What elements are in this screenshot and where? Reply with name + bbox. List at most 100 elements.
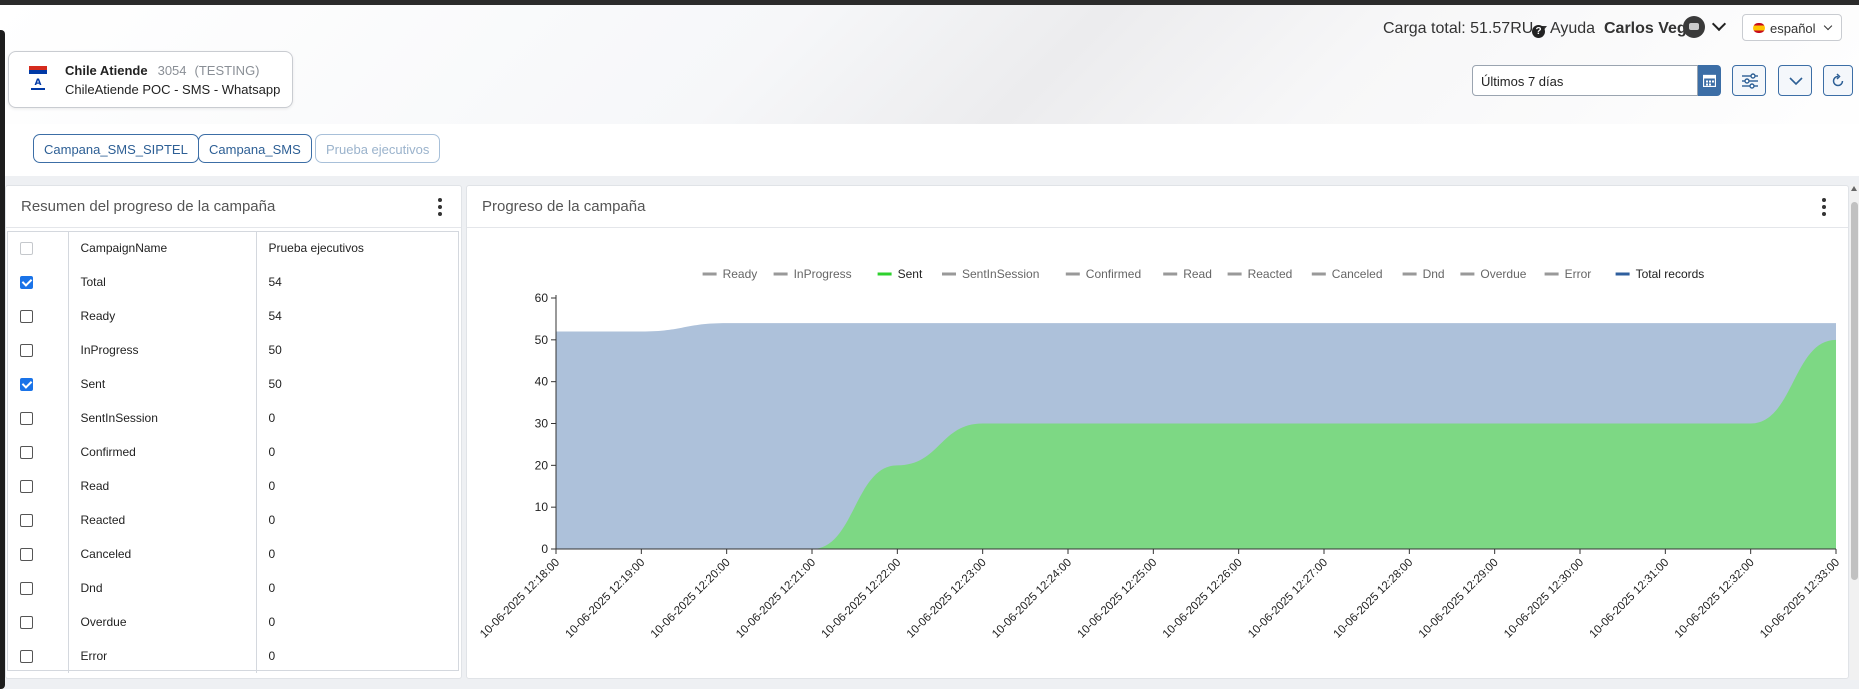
help-label: Ayuda: [1550, 20, 1596, 37]
legend-item[interactable]: Sent: [898, 267, 923, 281]
carga-total-label: Carga total: 51.57RU: [1383, 20, 1534, 37]
row-checkbox[interactable]: [20, 650, 33, 664]
select-all-checkbox[interactable]: [20, 242, 33, 256]
row-checkbox[interactable]: [20, 548, 33, 562]
row-label: Ready: [68, 299, 257, 333]
legend-item[interactable]: InProgress: [794, 267, 852, 281]
row-label: Canceled: [68, 537, 257, 571]
carga-total-dropdown[interactable]: Carga total: 51.57RU: [1383, 20, 1548, 38]
row-checkbox[interactable]: [20, 412, 33, 426]
legend-item[interactable]: Read: [1183, 267, 1212, 281]
legend-item[interactable]: Overdue: [1480, 267, 1526, 281]
refresh-icon: [1832, 73, 1844, 87]
table-row: Total 54: [7, 265, 459, 299]
svg-text:A: A: [35, 78, 42, 88]
x-tick-label: 10-06-2025 12:22:00: [819, 557, 903, 641]
legend-item[interactable]: Ready: [723, 267, 758, 281]
row-value: 54: [268, 309, 282, 323]
row-label: Dnd: [68, 571, 257, 605]
column-header-campaign-name: CampaignName: [68, 231, 257, 265]
help-icon: ?: [1532, 25, 1545, 38]
campaign-tab-siptel[interactable]: Campana_SMS_SIPTEL: [33, 134, 199, 163]
row-label: InProgress: [68, 333, 257, 367]
table-row: Confirmed 0: [7, 435, 459, 469]
filters-button[interactable]: [1732, 65, 1766, 96]
account-env: (TESTING): [194, 63, 260, 78]
row-checkbox[interactable]: [20, 446, 33, 460]
row-checkbox-cell: [7, 367, 69, 401]
row-checkbox-cell: [7, 503, 69, 537]
table-row: Error 0: [7, 639, 459, 673]
x-tick-label: 10-06-2025 12:24:00: [990, 557, 1074, 641]
row-value: 0: [268, 581, 276, 595]
row-label: Sent: [68, 367, 257, 401]
language-select[interactable]: español: [1742, 14, 1842, 41]
user-avatar-camera-icon[interactable]: [1683, 16, 1705, 38]
chart-panel-title: Progreso de la campaña: [482, 198, 646, 215]
panel-divider: [6, 227, 461, 228]
x-tick-label: 10-06-2025 12:27:00: [1246, 557, 1330, 641]
summary-menu-kebab-icon[interactable]: [438, 198, 442, 216]
table-row: Sent 50: [7, 367, 459, 401]
legend-item[interactable]: Error: [1565, 267, 1592, 281]
row-checkbox-cell: [7, 401, 69, 435]
help-link[interactable]: ? Ayuda: [1532, 20, 1595, 38]
table-row: Reacted 0: [7, 503, 459, 537]
chart-menu-kebab-icon[interactable]: [1822, 198, 1826, 216]
date-range-value: Últimos 7 días: [1481, 74, 1564, 89]
row-checkbox[interactable]: [20, 378, 33, 392]
y-tick-label: 50: [535, 333, 549, 347]
row-checkbox-cell: [7, 265, 69, 299]
y-tick-label: 30: [535, 417, 549, 431]
column-header-campaign-value: Prueba ejecutivos: [268, 241, 364, 255]
row-checkbox-cell: [7, 469, 69, 503]
language-label: español: [1770, 21, 1816, 36]
table-row: InProgress 50: [7, 333, 459, 367]
row-value: 50: [268, 343, 282, 357]
legend-item[interactable]: Total records: [1636, 267, 1705, 281]
legend-item[interactable]: Reacted: [1248, 267, 1293, 281]
x-tick-label: 10-06-2025 12:19:00: [563, 557, 647, 641]
row-checkbox[interactable]: [20, 582, 33, 596]
y-tick-label: 10: [535, 500, 549, 514]
legend-item[interactable]: Confirmed: [1086, 267, 1141, 281]
row-checkbox[interactable]: [20, 616, 33, 630]
legend-item[interactable]: Dnd: [1423, 267, 1445, 281]
spain-flag-icon: [1753, 23, 1765, 33]
row-value: 0: [268, 513, 276, 527]
campaign-tabs-bar: Campana_SMS_SIPTEL Campana_SMS Prueba ej…: [5, 124, 1859, 176]
account-card[interactable]: A Chile Atiende 3054 (TESTING) ChileAtiend…: [8, 51, 293, 108]
scrollbar-thumb[interactable]: [1851, 202, 1858, 580]
row-checkbox[interactable]: [20, 514, 33, 528]
user-name[interactable]: Carlos Vega: [1604, 20, 1696, 38]
y-tick-label: 40: [535, 375, 549, 389]
expand-button[interactable]: [1778, 65, 1812, 96]
x-tick-label: 10-06-2025 12:20:00: [649, 557, 733, 641]
row-checkbox[interactable]: [20, 344, 33, 358]
chile-atiende-logo-icon: A: [29, 66, 47, 90]
account-name: Chile Atiende 3054 (TESTING): [65, 63, 260, 78]
y-tick-label: 20: [535, 458, 549, 472]
x-tick-label: 10-06-2025 12:26:00: [1161, 557, 1245, 641]
x-tick-label: 10-06-2025 12:30:00: [1502, 557, 1586, 641]
y-tick-label: 60: [535, 291, 549, 305]
campaign-tab-sms[interactable]: Campana_SMS: [198, 134, 312, 163]
scroll-up-arrow-icon[interactable]: [1851, 186, 1857, 191]
row-checkbox[interactable]: [20, 276, 33, 290]
row-checkbox[interactable]: [20, 310, 33, 324]
legend-item[interactable]: Canceled: [1332, 267, 1383, 281]
table-row: Overdue 0: [7, 605, 459, 639]
campaign-tab-prueba[interactable]: Prueba ejecutivos: [315, 134, 441, 163]
date-range-input[interactable]: Últimos 7 días: [1472, 65, 1698, 96]
row-value: 0: [268, 411, 276, 425]
legend-item[interactable]: SentInSession: [962, 267, 1039, 281]
row-checkbox-cell: [7, 605, 69, 639]
table-row: Read 0: [7, 469, 459, 503]
row-label: Total: [68, 265, 257, 299]
campaign-progress-chart: Ready InProgress Sent SentInSession Confirme…: [478, 267, 1842, 641]
table-row: Ready 54: [7, 299, 459, 333]
refresh-button[interactable]: [1823, 65, 1853, 96]
row-checkbox[interactable]: [20, 480, 33, 494]
select-all-cell: [7, 231, 69, 265]
calendar-button[interactable]: [1698, 65, 1721, 96]
